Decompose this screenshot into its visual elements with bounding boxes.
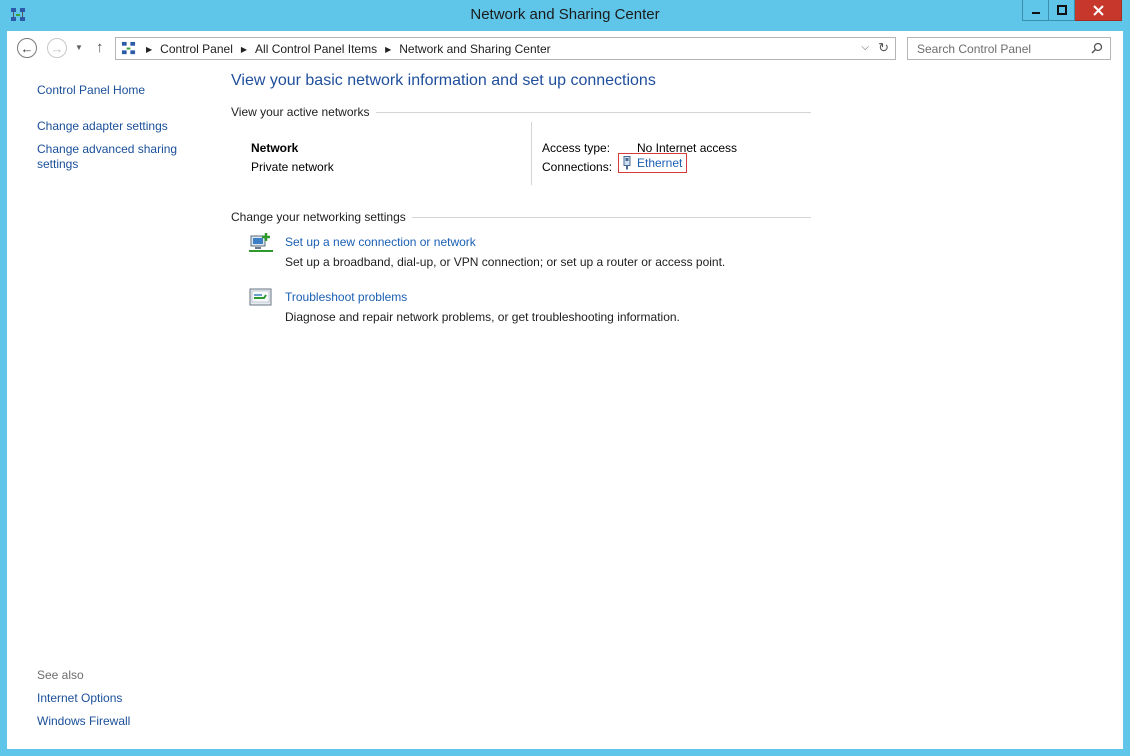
- forward-arrow-icon: →: [50, 40, 64, 56]
- windows-firewall-link[interactable]: Windows Firewall: [37, 714, 130, 729]
- back-arrow-icon: ←: [20, 40, 34, 56]
- ethernet-connection-link[interactable]: Ethernet: [618, 153, 687, 173]
- back-button[interactable]: ←: [17, 38, 37, 58]
- close-button[interactable]: [1075, 0, 1122, 21]
- setup-connection-link[interactable]: Set up a new connection or network: [285, 235, 476, 249]
- networking-settings-title: Change your networking settings: [231, 210, 412, 224]
- main-pane: View your basic network information and …: [231, 66, 1111, 749]
- window-controls: [1022, 0, 1122, 22]
- network-name: Network: [251, 141, 299, 155]
- internet-options-link[interactable]: Internet Options: [37, 691, 122, 706]
- breadcrumb-network-center[interactable]: Network and Sharing Center: [399, 42, 550, 56]
- recent-locations-button[interactable]: ▼: [75, 43, 85, 53]
- breadcrumb-all-items[interactable]: All Control Panel Items: [255, 42, 377, 56]
- up-button[interactable]: ↑: [96, 39, 104, 56]
- divider: [531, 122, 532, 185]
- search-input[interactable]: Search Control Panel: [907, 37, 1111, 60]
- troubleshoot-icon: [249, 288, 272, 306]
- access-type-label: Access type:: [542, 141, 611, 155]
- content-area: ← → ▼ ↑ ▶ Control Panel ▶ All Control Pa…: [7, 31, 1123, 749]
- search-placeholder: Search Control Panel: [917, 42, 1032, 56]
- left-pane: Control Panel Home Change adapter settin…: [37, 66, 227, 749]
- connections-label: Connections:: [542, 160, 613, 174]
- up-arrow-icon: ↑: [96, 39, 104, 56]
- maximize-button[interactable]: [1049, 0, 1075, 21]
- forward-button[interactable]: →: [47, 38, 67, 58]
- page-title: View your basic network information and …: [231, 72, 656, 89]
- maximize-icon: [1056, 5, 1067, 15]
- refresh-icon[interactable]: ↻: [878, 40, 889, 56]
- see-also-label: See also: [37, 668, 84, 682]
- address-bar[interactable]: ▶ Control Panel ▶ All Control Panel Item…: [115, 37, 896, 60]
- ethernet-icon: [623, 156, 631, 170]
- window-frame: Network and Sharing Center ← → ▼ ↑ ▶ Con…: [0, 0, 1130, 756]
- change-adapter-settings-link[interactable]: Change adapter settings: [37, 119, 168, 134]
- troubleshoot-link[interactable]: Troubleshoot problems: [285, 290, 407, 304]
- change-advanced-sharing-link[interactable]: Change advanced sharing settings: [37, 142, 187, 172]
- breadcrumb-chevron-icon[interactable]: ▶: [146, 45, 152, 54]
- close-icon: [1092, 4, 1104, 16]
- minimize-icon: [1031, 12, 1040, 14]
- window-title: Network and Sharing Center: [470, 6, 660, 23]
- breadcrumb-chevron-icon[interactable]: ▶: [241, 45, 247, 54]
- minimize-button[interactable]: [1022, 0, 1049, 21]
- new-connection-icon: [249, 233, 273, 252]
- network-center-icon: [121, 41, 136, 55]
- address-dropdown-icon[interactable]: ⌵: [861, 42, 869, 53]
- search-icon[interactable]: [1091, 42, 1103, 54]
- breadcrumb-control-panel[interactable]: Control Panel: [160, 42, 233, 56]
- breadcrumb: ▶ Control Panel ▶ All Control Panel Item…: [142, 42, 551, 56]
- title-bar[interactable]: Network and Sharing Center: [0, 0, 1130, 31]
- network-category[interactable]: Private network: [251, 160, 334, 174]
- troubleshoot-description: Diagnose and repair network problems, or…: [285, 310, 680, 324]
- ethernet-link-label[interactable]: Ethernet: [637, 156, 682, 170]
- setup-connection-description: Set up a broadband, dial-up, or VPN conn…: [285, 255, 726, 269]
- active-networks-title: View your active networks: [231, 105, 376, 119]
- breadcrumb-chevron-icon[interactable]: ▶: [385, 45, 391, 54]
- chevron-down-icon: ▼: [75, 43, 83, 52]
- navigation-bar: ← → ▼ ↑ ▶ Control Panel ▶ All Control Pa…: [7, 31, 1123, 66]
- control-panel-home-link[interactable]: Control Panel Home: [37, 83, 145, 98]
